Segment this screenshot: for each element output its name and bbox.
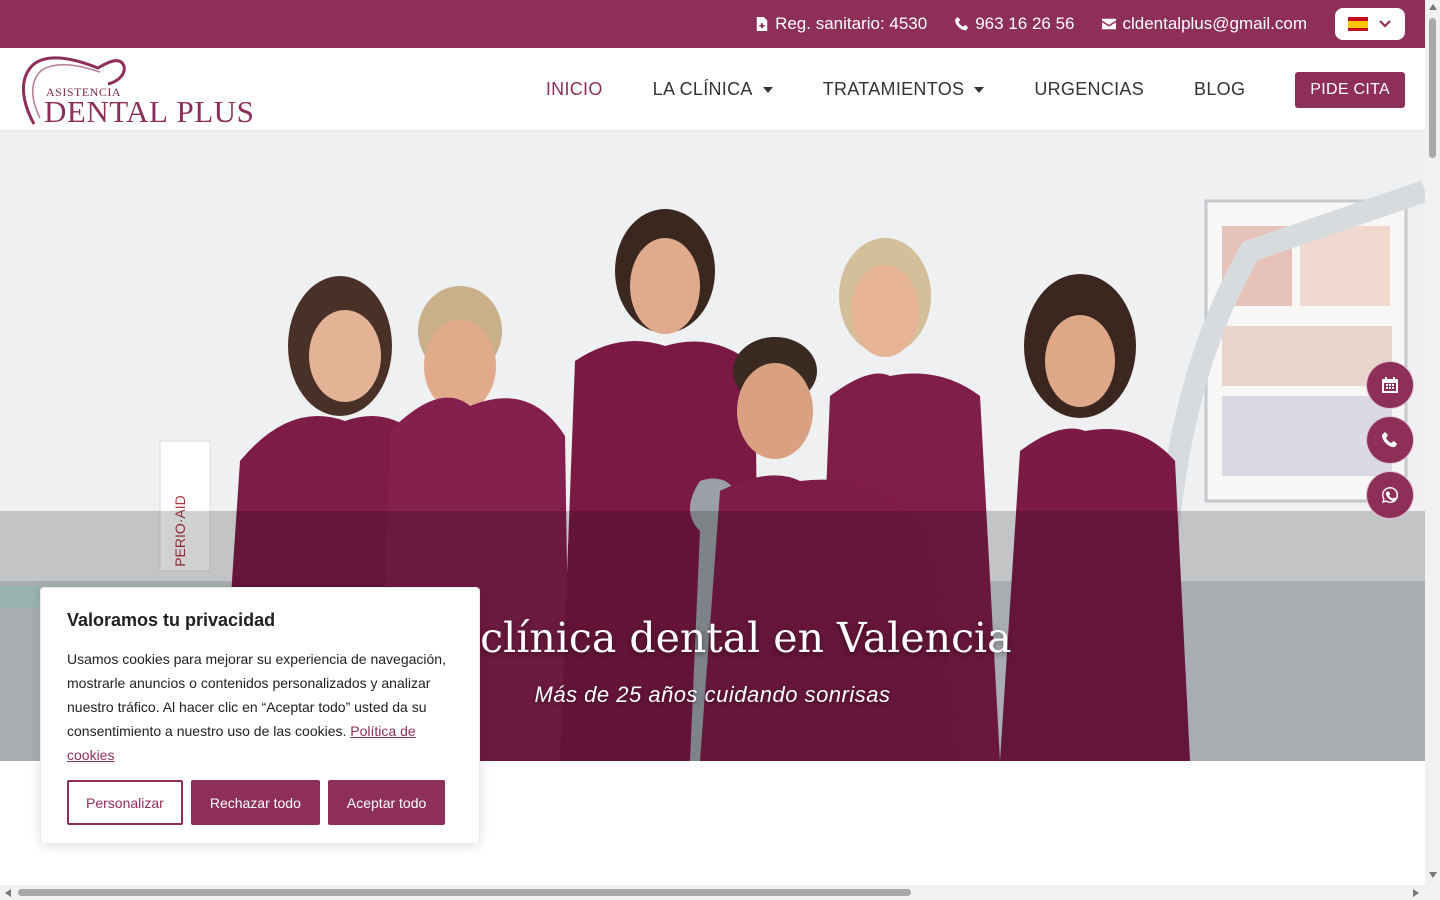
nav-item-inicio[interactable]: INICIO xyxy=(546,79,603,100)
phone-link[interactable]: 963 16 26 56 xyxy=(955,14,1074,34)
vertical-scrollbar[interactable] xyxy=(1425,0,1440,900)
scroll-right-arrow-icon[interactable] xyxy=(1413,889,1419,897)
main-nav: INICIO LA CLÍNICA TRATAMIENTOS URGENCIAS… xyxy=(546,48,1405,131)
whatsapp-icon xyxy=(1382,487,1398,503)
scroll-down-arrow-icon[interactable] xyxy=(1429,872,1437,878)
scroll-up-arrow-icon[interactable] xyxy=(1429,4,1437,10)
phone-icon xyxy=(1382,432,1397,448)
logo-main: DENTAL xyxy=(44,94,169,129)
language-selector[interactable] xyxy=(1335,8,1405,40)
nav-item-la-clinica[interactable]: LA CLÍNICA xyxy=(653,79,773,100)
vertical-scroll-thumb[interactable] xyxy=(1429,18,1436,158)
envelope-icon xyxy=(1102,18,1117,30)
appointment-fab[interactable] xyxy=(1366,361,1414,409)
book-appointment-button[interactable]: PIDE CITA xyxy=(1295,71,1405,108)
calendar-icon xyxy=(1382,377,1398,393)
scroll-left-arrow-icon[interactable] xyxy=(5,889,11,897)
nav-item-blog[interactable]: BLOG xyxy=(1194,79,1245,100)
horizontal-scrollbar[interactable] xyxy=(0,885,1425,900)
nav-item-label: BLOG xyxy=(1194,79,1246,99)
email-text: cldentalplus@gmail.com xyxy=(1122,14,1307,33)
caret-down-icon xyxy=(762,86,773,93)
email-link[interactable]: cldentalplus@gmail.com xyxy=(1102,14,1307,34)
top-bar: Reg. sanitario: 4530 963 16 26 56 cldent… xyxy=(0,0,1425,48)
nav-item-label: TRATAMIENTOS xyxy=(822,79,965,99)
customize-cookies-button[interactable]: Personalizar xyxy=(67,780,183,825)
logo-accent: PLUS xyxy=(176,94,255,129)
nav-item-tratamientos[interactable]: TRATAMIENTOS xyxy=(823,79,985,100)
cookie-actions: Personalizar Rechazar todo Aceptar todo xyxy=(67,780,446,825)
call-fab[interactable] xyxy=(1366,416,1414,464)
reject-all-button[interactable]: Rechazar todo xyxy=(190,780,320,825)
registry-text: Reg. sanitario: 4530 xyxy=(775,14,928,33)
phone-text: 963 16 26 56 xyxy=(975,14,1075,33)
nav-item-label: INICIO xyxy=(545,79,603,99)
es-flag-icon xyxy=(1348,17,1368,31)
logo-main-text: DENTAL PLUS xyxy=(44,94,254,130)
registry-info: Reg. sanitario: 4530 xyxy=(755,14,927,34)
chevron-down-icon xyxy=(1379,20,1391,28)
site-header: ASISTENCIA DENTAL PLUS INICIO LA CLÍNICA … xyxy=(0,48,1425,131)
logo[interactable]: ASISTENCIA DENTAL PLUS xyxy=(20,54,254,129)
cookie-description: Usamos cookies para mejorar su experienc… xyxy=(67,647,453,767)
nav-item-label: URGENCIAS xyxy=(1034,79,1145,99)
caret-down-icon xyxy=(974,86,985,93)
cookie-consent-dialog: Valoramos tu privacidad Usamos cookies p… xyxy=(40,587,480,844)
horizontal-scroll-thumb[interactable] xyxy=(18,889,911,896)
accept-all-button[interactable]: Aceptar todo xyxy=(327,780,446,825)
nav-item-label: LA CLÍNICA xyxy=(652,79,753,99)
whatsapp-fab[interactable] xyxy=(1366,471,1414,519)
nav-item-urgencias[interactable]: URGENCIAS xyxy=(1034,79,1144,100)
cookie-title: Valoramos tu privacidad xyxy=(67,610,276,630)
phone-icon xyxy=(955,17,969,31)
medical-document-icon xyxy=(756,17,768,31)
